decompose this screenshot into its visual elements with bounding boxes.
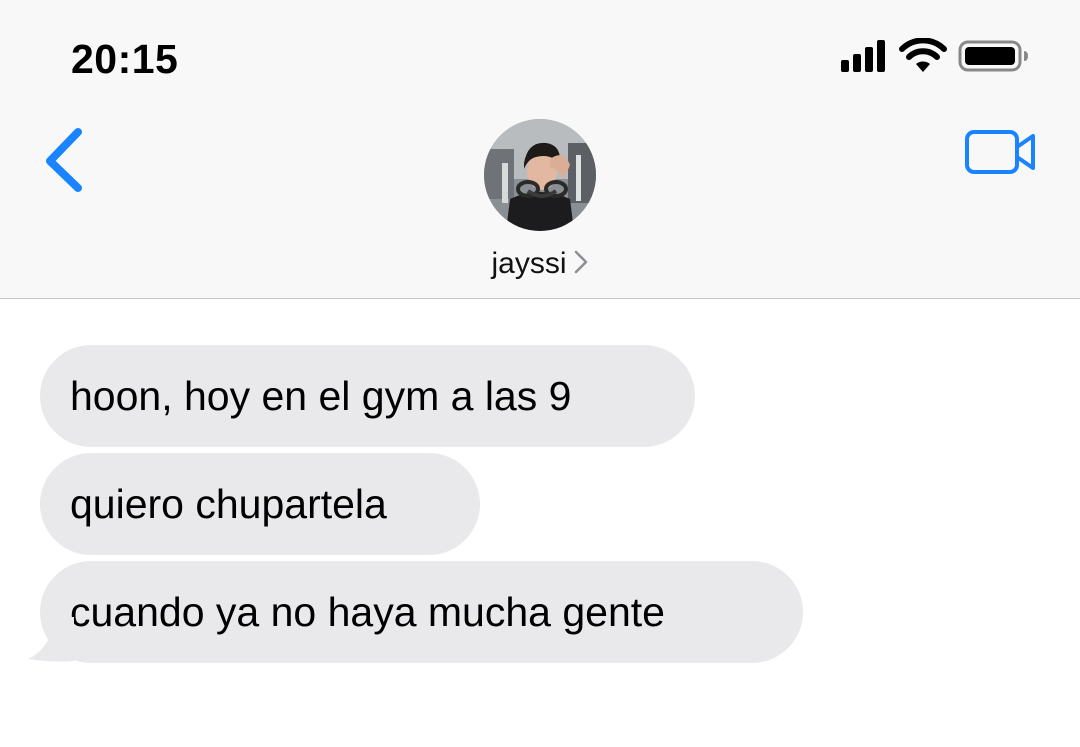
wifi-icon bbox=[899, 38, 947, 72]
chevron-right-icon bbox=[574, 250, 587, 274]
video-camera-icon bbox=[965, 130, 1035, 174]
contact-name: jayssi bbox=[491, 247, 567, 280]
messages-screen: 20:15 jayssi hoon, hoy en el gym a las 9… bbox=[0, 0, 1080, 747]
chevron-left-icon bbox=[46, 128, 82, 192]
bubble-tail bbox=[28, 617, 74, 662]
contact-avatar[interactable] bbox=[484, 119, 596, 231]
incoming-message-bubble[interactable]: quiero chupartela bbox=[40, 453, 480, 555]
back-button[interactable] bbox=[38, 124, 94, 196]
message-thread[interactable]: hoon, hoy en el gym a las 9 quiero chupa… bbox=[0, 299, 1080, 747]
avatar-photo bbox=[484, 119, 596, 231]
message-text: hoon, hoy en el gym a las 9 bbox=[70, 373, 572, 419]
contact-name-button[interactable]: jayssi bbox=[0, 247, 1080, 281]
message-text: cuando ya no haya mucha gente bbox=[70, 589, 665, 635]
incoming-message-bubble[interactable]: cuando ya no haya mucha gente bbox=[40, 561, 803, 663]
status-time: 20:15 bbox=[71, 36, 179, 82]
facetime-video-button[interactable] bbox=[962, 126, 1040, 178]
message-text: quiero chupartela bbox=[70, 481, 387, 527]
incoming-message-bubble[interactable]: hoon, hoy en el gym a las 9 bbox=[40, 345, 695, 447]
conversation-header: 20:15 jayssi bbox=[0, 0, 1080, 299]
battery-icon bbox=[958, 40, 1028, 72]
cellular-signal-icon bbox=[841, 40, 885, 72]
